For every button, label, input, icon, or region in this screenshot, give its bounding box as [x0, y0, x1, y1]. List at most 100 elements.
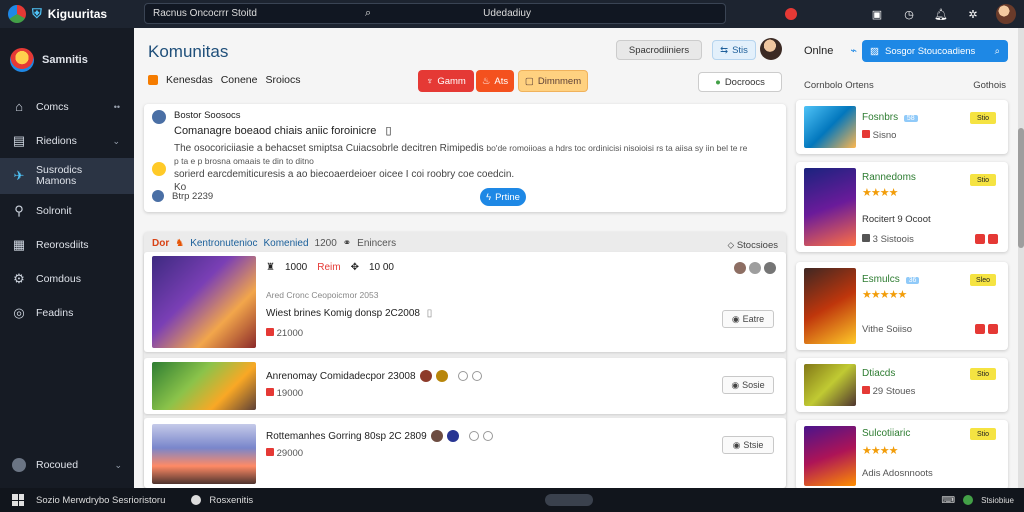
search-icon[interactable]: ⌕: [365, 7, 371, 20]
chat-icon[interactable]: ⌨: [941, 495, 955, 506]
game-thumbnail-1[interactable]: [152, 256, 256, 348]
filter-pill-2[interactable]: ♨ Ats: [476, 70, 514, 92]
feed-row-2[interactable]: Anrenomay Comidadecpor 23008 19000 ◉ Sos…: [144, 358, 786, 414]
feed-label-3[interactable]: Komenied: [263, 238, 308, 249]
filter-pill-1[interactable]: ♆ Gamm: [418, 70, 474, 92]
avatar[interactable]: [446, 430, 459, 442]
sidebar-item-1[interactable]: ⌂ Comcs ••: [0, 90, 134, 124]
feed-row-3[interactable]: Rottemanhes Gorring 80sp 2C 2809 29000 ◉…: [144, 418, 786, 488]
row-1-button[interactable]: ◉ Eatre: [722, 310, 774, 328]
status-dot-icon[interactable]: [963, 495, 974, 505]
search-query[interactable]: Racnus Oncocrrr Stoitd: [153, 8, 353, 19]
game-card-3[interactable]: Esmulcs 36 ★★★★★ Vithe Soiiso Sleo: [796, 262, 1008, 350]
avatar[interactable]: [749, 262, 761, 274]
x-icon[interactable]: [988, 324, 998, 334]
game-card-2[interactable]: Rannedoms ★★★★ Rocitert 9 Ocoot 3 Sistoo…: [796, 162, 1008, 252]
avatar[interactable]: [764, 262, 776, 274]
game-badge-5[interactable]: Stio: [970, 428, 996, 440]
post-card[interactable]: Bostor Soosocs Comanagre boeaod chiais a…: [144, 104, 786, 212]
game-badge-1[interactable]: Stio: [970, 112, 996, 124]
game-image-1[interactable]: [804, 106, 856, 148]
search-icon[interactable]: ⌕: [995, 46, 1000, 57]
copy-icon[interactable]: ▯: [427, 308, 433, 319]
scrollbar[interactable]: [1018, 28, 1024, 488]
app-circle-icon[interactable]: [191, 495, 202, 505]
game-name-4[interactable]: Dtiacds: [862, 368, 895, 379]
sidebar-item-7[interactable]: ◎ Feadins: [0, 296, 134, 330]
sidebar-item-4[interactable]: ⚲ Solronit: [0, 194, 134, 228]
post-footer-avatar[interactable]: [152, 190, 164, 202]
sidebar-item-5[interactable]: ▦ Reorosdiits: [0, 228, 134, 262]
game-thumbnail-2[interactable]: [152, 362, 256, 410]
game-sub-4-text: 29 Stoues: [872, 386, 916, 397]
search-bar[interactable]: Racnus Oncocrrr Stoitd ⌕ Udedadiuy: [144, 3, 726, 24]
avatar[interactable]: [468, 431, 479, 441]
sidebar-item-2[interactable]: ▤ Riedions ⌄: [0, 124, 134, 158]
filter-pill-3[interactable]: ▢ Dimnmem: [518, 70, 588, 92]
heart-icon[interactable]: [975, 324, 985, 334]
tab-2[interactable]: Conene: [221, 74, 258, 86]
taskbar-app[interactable]: Rosxenitis: [209, 495, 253, 506]
emoji-icon[interactable]: [152, 162, 166, 176]
taskbar-center-button[interactable]: [545, 494, 594, 506]
right-sub-2[interactable]: Gothois: [973, 80, 1006, 91]
avatar[interactable]: [435, 370, 448, 382]
post-action-button[interactable]: ϟ Prtine: [480, 188, 526, 206]
game-image-2[interactable]: [804, 168, 856, 246]
row-3-button[interactable]: ◉ Stsie: [722, 436, 774, 454]
game-badge-3[interactable]: Sleo: [970, 274, 996, 286]
link-icon[interactable]: ⌁: [850, 45, 857, 57]
feed-right[interactable]: ⬦ Stocsioes: [728, 240, 778, 251]
game-thumbnail-3[interactable]: [152, 424, 256, 484]
game-image-3[interactable]: [804, 268, 856, 344]
tab-3[interactable]: Sroiocs: [265, 74, 300, 86]
game-badge-2[interactable]: Stio: [970, 174, 996, 186]
record-icon[interactable]: [782, 5, 800, 23]
game-badge-4[interactable]: Stio: [970, 368, 996, 380]
avatar[interactable]: [471, 371, 482, 381]
scroll-thumb[interactable]: [1018, 128, 1024, 248]
game-name-1[interactable]: Fosnbrs 58: [862, 112, 918, 123]
row-2-title-text: Anrenomay Comidadecpor 23008: [266, 370, 416, 382]
x-icon[interactable]: [988, 234, 998, 244]
game-name-2[interactable]: Rannedoms: [862, 172, 916, 183]
window-icon[interactable]: ▣: [868, 5, 886, 23]
avatar[interactable]: [430, 430, 443, 442]
game-image-5[interactable]: [804, 426, 856, 486]
game-image-4[interactable]: [804, 364, 856, 406]
profile-avatar[interactable]: [760, 38, 782, 60]
row-2-button[interactable]: ◉ Sosie: [722, 376, 774, 394]
post-author-avatar[interactable]: [152, 110, 166, 124]
avatar[interactable]: [457, 371, 468, 381]
game-name-3[interactable]: Esmulcs 36: [862, 274, 920, 285]
taskbar-left[interactable]: Sozio Merwdrybo Sesrioristoru: [36, 495, 165, 506]
filter-pill-4[interactable]: ● Docroocs: [698, 72, 782, 92]
sidebar-brand[interactable]: Samnitis: [0, 28, 134, 90]
avatar[interactable]: [419, 370, 432, 382]
clock-icon[interactable]: ◷: [900, 5, 918, 23]
sidebar-item-6[interactable]: ⚙ Comdous: [0, 262, 134, 296]
game-card-4[interactable]: Dtiacds 29 Stoues Stio: [796, 358, 1008, 412]
right-search[interactable]: ▨ Sosgor Stoucoadiens ⌕: [862, 40, 1008, 62]
settings-icon[interactable]: ✲: [964, 5, 982, 23]
post-author-name[interactable]: Bostor Soosocs: [174, 110, 241, 121]
feed-row-1[interactable]: ♜ 1000 Reim ✥ 10 00 Ared Cronc Ceopoicmo…: [144, 252, 786, 352]
avatar[interactable]: [734, 262, 746, 274]
brand[interactable]: ⛨ Kiguuritas: [0, 5, 136, 23]
heart-icon[interactable]: [975, 234, 985, 244]
right-search-text[interactable]: Sosgor Stoucoadiens: [885, 46, 989, 57]
header-button-1[interactable]: Spacrodiiniers: [616, 40, 702, 60]
feed-label-2[interactable]: Kentronutenioc: [190, 238, 257, 249]
header-button-2[interactable]: ⇆ Stis: [712, 40, 756, 60]
tab-1[interactable]: Kenesdas: [166, 74, 213, 86]
game-card-5[interactable]: Sulcotiiaric ★★★★ Adis Adosnnoots Stio: [796, 420, 1008, 490]
avatar[interactable]: [482, 431, 493, 441]
windows-start-icon[interactable]: [12, 494, 24, 506]
game-card-1[interactable]: Fosnbrs 58 Sisno Stio: [796, 100, 1008, 154]
sidebar-item-3[interactable]: ✈ Susrodics Mamons: [0, 158, 134, 194]
sidebar-footer[interactable]: Rocoued ⌄: [0, 452, 134, 478]
user-avatar[interactable]: [996, 4, 1016, 24]
edit-icon[interactable]: ▯: [385, 125, 391, 137]
game-name-5[interactable]: Sulcotiiaric: [862, 428, 910, 439]
bell-icon[interactable]: 🔔︎: [932, 5, 950, 23]
